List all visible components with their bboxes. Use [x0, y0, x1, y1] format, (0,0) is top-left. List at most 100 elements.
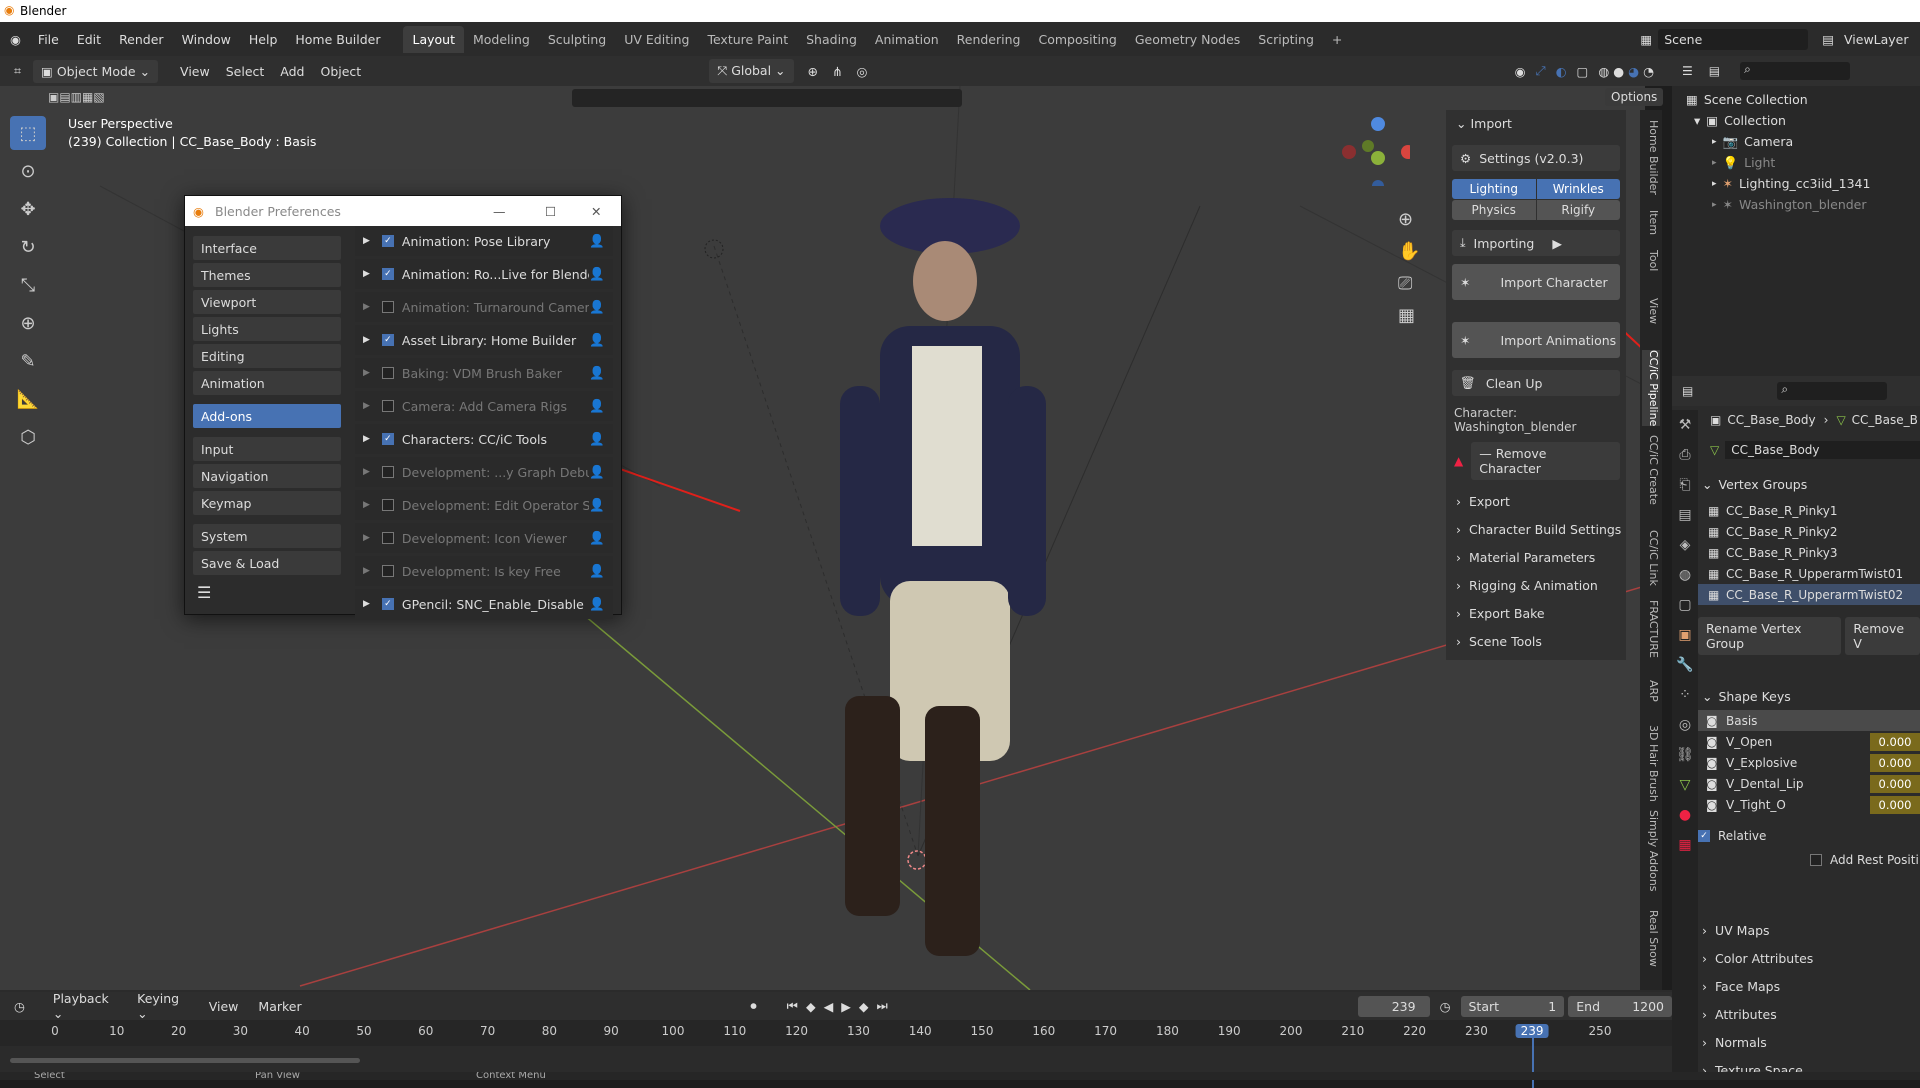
import-animations-button[interactable]: ✶ Import Animations: [1452, 322, 1620, 358]
workspace-tab-compositing[interactable]: Compositing: [1029, 32, 1125, 47]
overlay-icon[interactable]: ◐: [1556, 64, 1567, 79]
expand-arrow-icon[interactable]: ▶: [363, 434, 370, 444]
record-icon[interactable]: ⏺: [750, 998, 756, 1014]
view-layer-selector[interactable]: ViewLayer: [1840, 29, 1920, 50]
constraints-tab-icon[interactable]: ⛓: [1672, 740, 1698, 770]
play-icon[interactable]: ▶: [841, 999, 851, 1014]
vtab-3d-hair-brush[interactable]: 3D Hair Brush: [1642, 725, 1660, 802]
shape-key-item[interactable]: ◙ Basis: [1698, 710, 1920, 731]
proportional-edit-icon[interactable]: ◎: [856, 64, 867, 79]
relative-checkbox-row[interactable]: ✓ Relative: [1698, 829, 1920, 843]
category-editing[interactable]: Editing: [193, 344, 341, 368]
menu-help[interactable]: Help: [240, 32, 287, 47]
playhead-line[interactable]: [1532, 1038, 1535, 1088]
vertex-group-item[interactable]: ▦ CC_Base_R_Pinky2: [1698, 521, 1920, 542]
menu-edit[interactable]: Edit: [68, 32, 110, 47]
expand-arrow-icon[interactable]: ▶: [363, 335, 370, 345]
addon-row[interactable]: ▶ Development: ...y Graph Debug 👤: [355, 457, 613, 487]
workspace-tab-modeling[interactable]: Modeling: [464, 32, 539, 47]
properties-section[interactable]: › Face Maps: [1698, 972, 1920, 1000]
vtab-cc-ic-pipeline[interactable]: CC/iC Pipeline: [1642, 350, 1660, 427]
shape-key-item[interactable]: ◙ V_Open 0.000: [1698, 731, 1920, 752]
import-section[interactable]: ⌄ Import: [1456, 116, 1626, 135]
expand-arrow-icon[interactable]: ▶: [363, 467, 370, 477]
expand-arrow-icon[interactable]: ▶: [363, 368, 370, 378]
addon-enable-checkbox[interactable]: [381, 400, 394, 412]
npanel-section[interactable]: › Export Bake: [1456, 606, 1626, 634]
properties-search-field[interactable]: ⌕: [1777, 382, 1888, 400]
vertex-groups-header[interactable]: ⌄ Vertex Groups: [1698, 470, 1920, 498]
render-tab-icon[interactable]: ⎙: [1672, 440, 1698, 470]
category-save-load[interactable]: Save & Load: [193, 551, 341, 575]
output-tab-icon[interactable]: ⎗: [1672, 470, 1698, 500]
addon-enable-checkbox[interactable]: [381, 367, 394, 379]
maximize-icon[interactable]: ☐: [545, 204, 556, 219]
navigation-gizmo[interactable]: [1340, 116, 1415, 192]
pan-hand-icon[interactable]: ✋: [1398, 236, 1420, 268]
scale-tool-icon[interactable]: ⤡: [10, 268, 46, 302]
category-navigation[interactable]: Navigation: [193, 464, 341, 488]
physics-toggle[interactable]: Physics: [1452, 200, 1536, 220]
header-menu-object[interactable]: Object: [312, 64, 369, 79]
workspace-tab-layout[interactable]: Layout: [403, 25, 464, 53]
material-tab-icon[interactable]: ●: [1672, 800, 1698, 830]
expand-arrow-icon[interactable]: ▶: [363, 566, 370, 576]
category-keymap[interactable]: Keymap: [193, 491, 341, 515]
shading-wireframe-icon[interactable]: ◍: [1598, 64, 1609, 79]
scene-selector[interactable]: Scene: [1658, 28, 1809, 50]
timeline-menu-marker[interactable]: Marker: [248, 999, 311, 1014]
workspace-tab-sculpting[interactable]: Sculpting: [539, 32, 615, 47]
visibility-icon[interactable]: ◉: [1515, 64, 1526, 79]
collection-tab-icon[interactable]: ▢: [1672, 590, 1698, 620]
addon-enable-checkbox[interactable]: ✓: [381, 235, 394, 247]
addon-enable-checkbox[interactable]: ✓: [381, 268, 394, 280]
gizmo-icon[interactable]: ⤢: [1536, 63, 1546, 79]
rename-vertex-group-button[interactable]: Rename Vertex Group: [1698, 617, 1842, 655]
measure-tool-icon[interactable]: 📐: [10, 382, 46, 416]
category-system[interactable]: System: [193, 524, 341, 548]
expand-arrow-icon[interactable]: ▶: [363, 302, 370, 312]
expand-arrow-icon[interactable]: ▶: [363, 236, 370, 246]
workspace-tab-texture-paint[interactable]: Texture Paint: [698, 32, 797, 47]
add-workspace-icon[interactable]: +: [1323, 32, 1351, 47]
menu-file[interactable]: File: [29, 32, 68, 47]
annotate-tool-icon[interactable]: ✎: [10, 344, 46, 378]
shading-rendered-icon[interactable]: ◔: [1643, 64, 1654, 79]
rigify-toggle[interactable]: Rigify: [1536, 200, 1620, 220]
vertex-group-item[interactable]: ▦ CC_Base_R_Pinky3: [1698, 542, 1920, 563]
move-tool-icon[interactable]: ✥: [10, 192, 46, 226]
npanel-section[interactable]: › Scene Tools: [1456, 634, 1626, 662]
mesh-data-name-field[interactable]: CC_Base_Body: [1725, 441, 1920, 459]
outliner-item-camera[interactable]: ▸ 📷 Camera: [1672, 131, 1920, 152]
addon-row[interactable]: ▶ ✓ GPencil: SNC_Enable_Disable 👤: [355, 589, 613, 619]
tool-tab-icon[interactable]: ⚒: [1672, 410, 1698, 440]
remove-vertex-group-button[interactable]: Remove V: [1845, 617, 1920, 655]
shape-key-item[interactable]: ◙ V_Dental_Lip 0.000: [1698, 773, 1920, 794]
shape-keys-header[interactable]: ⌄ Shape Keys: [1698, 682, 1920, 710]
addon-row[interactable]: ▶ ✓ Asset Library: Home Builder 👤: [355, 325, 613, 355]
addon-row[interactable]: ▶ Development: Edit Operator S... 👤: [355, 490, 613, 520]
vtab-real-snow[interactable]: Real Snow: [1642, 910, 1660, 967]
addon-enable-checkbox[interactable]: ✓: [381, 598, 394, 610]
vertex-group-item[interactable]: ▦ CC_Base_R_Pinky1: [1698, 500, 1920, 521]
properties-section[interactable]: › UV Maps: [1698, 916, 1920, 944]
workspace-tab-scripting[interactable]: Scripting: [1249, 32, 1323, 47]
outliner-item-washington[interactable]: ▸ ✶ Washington_blender: [1672, 194, 1920, 215]
vertex-group-item[interactable]: ▦ CC_Base_R_UpperarmTwist01: [1698, 563, 1920, 584]
zoom-icon[interactable]: ⊕: [1398, 204, 1420, 236]
modifier-tab-icon[interactable]: 🔧: [1672, 650, 1698, 680]
addon-enable-checkbox[interactable]: [381, 532, 394, 544]
shape-key-item[interactable]: ◙ V_Tight_O 0.000: [1698, 794, 1920, 815]
end-frame-field[interactable]: End 1200: [1568, 995, 1672, 1017]
addon-row[interactable]: ▶ ✓ Animation: Pose Library 👤: [355, 226, 613, 256]
clean-up-button[interactable]: 🗑 Clean Up: [1452, 370, 1620, 396]
npanel-section[interactable]: › Material Parameters: [1456, 550, 1626, 578]
addon-row[interactable]: ▶ Camera: Add Camera Rigs 👤: [355, 391, 613, 421]
outliner-item-light[interactable]: ▸ 💡 Light: [1672, 152, 1920, 173]
shape-key-value[interactable]: 0.000: [1870, 753, 1920, 772]
particles-tab-icon[interactable]: ⁘: [1672, 680, 1698, 710]
header-menu-select[interactable]: Select: [218, 64, 273, 79]
play-reverse-icon[interactable]: ◀: [824, 999, 834, 1014]
menu-render[interactable]: Render: [110, 32, 173, 47]
select-mode-icons[interactable]: ▣▤▥▦▧: [48, 90, 105, 104]
